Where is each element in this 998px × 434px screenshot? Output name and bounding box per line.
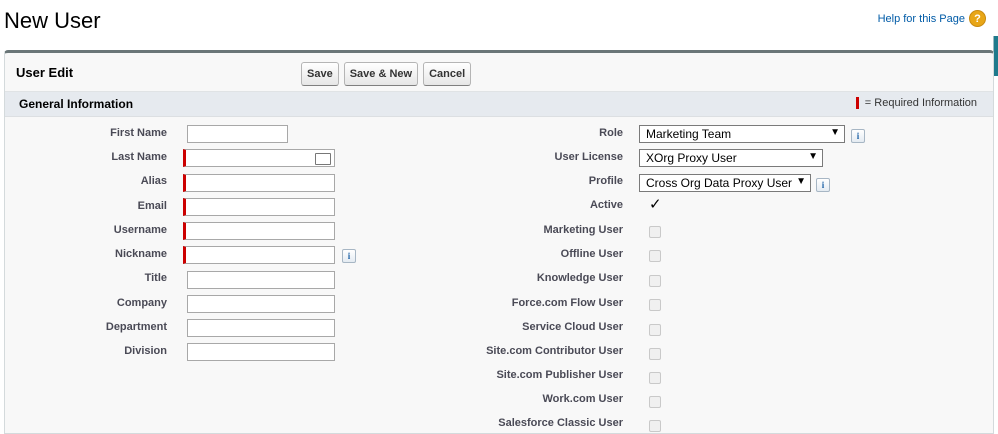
role-label: Role xyxy=(599,127,623,139)
active-checkbox[interactable]: ✓ xyxy=(649,195,662,213)
profile-select[interactable]: Cross Org Data Proxy User ▼ xyxy=(639,174,811,192)
help-area: Help for this Page ? xyxy=(878,10,986,27)
profile-value: Cross Org Data Proxy User xyxy=(646,176,793,190)
active-label: Active xyxy=(589,199,623,211)
classic-user-label: Salesforce Classic User xyxy=(498,417,623,429)
profile-label: Profile xyxy=(588,175,623,187)
button-row: Save Save & New Cancel xyxy=(301,62,472,86)
offline-user-label: Offline User xyxy=(560,248,623,260)
save-new-button[interactable]: Save & New xyxy=(343,62,419,86)
chevron-down-icon: ▼ xyxy=(808,151,818,162)
user-license-label: User License xyxy=(554,151,623,163)
marketing-user-label: Marketing User xyxy=(543,224,623,236)
role-value: Marketing Team xyxy=(646,127,732,141)
user-license-value: XOrg Proxy User xyxy=(646,151,737,165)
save-button[interactable]: Save xyxy=(301,62,339,86)
role-info-icon[interactable]: i xyxy=(851,129,865,143)
work-user-label: Work.com User xyxy=(542,393,624,405)
panel-title: User Edit xyxy=(16,65,74,80)
service-cloud-user-label: Service Cloud User xyxy=(522,321,623,333)
user-license-select[interactable]: XOrg Proxy User ▼ xyxy=(639,149,823,167)
role-select[interactable]: Marketing Team ▼ xyxy=(639,125,845,143)
knowledge-user-checkbox[interactable] xyxy=(649,275,661,287)
chevron-down-icon: ▼ xyxy=(830,127,840,138)
required-marker xyxy=(855,97,859,109)
site-publisher-user-label: Site.com Publisher User xyxy=(496,369,623,381)
profile-info-icon[interactable]: i xyxy=(816,178,830,192)
offline-user-checkbox[interactable] xyxy=(649,250,661,262)
site-contributor-user-checkbox[interactable] xyxy=(649,348,661,360)
flow-user-label: Force.com Flow User xyxy=(511,297,623,309)
help-link[interactable]: Help for this Page xyxy=(878,13,965,25)
knowledge-user-label: Knowledge User xyxy=(536,272,623,284)
help-icon[interactable]: ? xyxy=(969,10,986,27)
cancel-button[interactable]: Cancel xyxy=(423,62,472,86)
classic-user-checkbox[interactable] xyxy=(649,420,661,432)
required-legend-text: = Required Information xyxy=(864,97,977,109)
flow-user-checkbox[interactable] xyxy=(649,299,661,311)
marketing-user-checkbox[interactable] xyxy=(649,226,661,238)
section-header: General Information = Required Informati… xyxy=(5,92,993,117)
site-publisher-user-checkbox[interactable] xyxy=(649,372,661,384)
chevron-down-icon: ▼ xyxy=(796,176,806,187)
page-title: New User xyxy=(4,8,101,33)
site-contributor-user-label: Site.com Contributor User xyxy=(486,345,623,357)
panel-header: User Edit Save Save & New Cancel xyxy=(5,53,993,92)
service-cloud-user-checkbox[interactable] xyxy=(649,324,661,336)
work-user-checkbox[interactable] xyxy=(649,396,661,408)
section-title: General Information xyxy=(19,97,134,111)
required-legend: = Required Information xyxy=(855,97,977,109)
user-edit-panel: User Edit Save Save & New Cancel General… xyxy=(4,50,994,434)
